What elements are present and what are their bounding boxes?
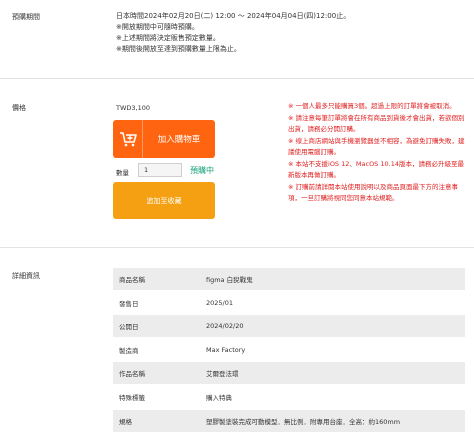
- detail-key: 公開日: [119, 323, 139, 332]
- table-row: 作品名稱 艾爾登法環: [113, 362, 465, 385]
- notice-item: ※ 本站不支援iOS 12、MacOS 10.14版本，請務必升級至最新版本再做…: [288, 160, 464, 179]
- notice-item: ※ 訂購前請詳閱本站使用說明以及商品頁面最下方的注意事項，一旦訂購將視同您同意本…: [288, 183, 459, 202]
- detail-key: 發售日: [119, 299, 139, 308]
- add-to-favorites-button[interactable]: 追加至收藏: [113, 182, 215, 219]
- preorder-note-1: ※開放期間中可隨時預購。: [116, 23, 199, 31]
- table-row: 商品名稱 figma 白猊戰鬼: [113, 268, 465, 290]
- notice-item: ※ 缐上商店網站與手機瀏覽器並不相容，為避免訂購失敗，建議使用電腦訂購。: [288, 137, 465, 156]
- detail-key: 作品名稱: [119, 370, 145, 379]
- table-row: 特殊標籤 購入特典: [113, 386, 465, 408]
- quantity-input[interactable]: 1: [138, 163, 182, 177]
- detail-key: 製造商: [119, 346, 139, 355]
- table-row: 規格 塑膠製塗裝完成可動模型．無比例．附專用台座．全高：約160mm: [113, 409, 465, 432]
- preorder-period-label: 預購期間: [12, 13, 40, 21]
- table-row: 製造商 Max Factory: [113, 339, 465, 361]
- detail-value: 購入特典: [206, 393, 232, 402]
- add-to-cart-label: 加入購物車: [157, 135, 201, 145]
- detail-value: 2024/02/20: [206, 322, 244, 331]
- add-to-cart-button[interactable]: 加入購物車: [113, 120, 215, 158]
- detail-value: Max Factory: [206, 345, 246, 354]
- quantity-label: 數量: [116, 169, 129, 177]
- table-row: 公開日 2024/02/20: [113, 315, 465, 338]
- preorder-period-info: 日本時間2024年02月20日(二) 12:00 ～ 2024年04月04日(四…: [116, 11, 350, 55]
- preorder-status-badge: 預購中: [190, 166, 214, 175]
- detail-key: 商品名稱: [119, 276, 145, 284]
- section-divider: [0, 247, 474, 248]
- notice-item: ※ 請注意每筆訂單將會在所有商品到貨後才會出貨，若欲個別出貨，請務必分開訂購。: [288, 114, 465, 133]
- details-label: 詳細資訊: [12, 272, 40, 280]
- notice-item: ※ 一個人最多只能購買3個。超過上限的訂單將會被取消。: [288, 102, 456, 110]
- preorder-note-2: ※上述期間將決定販售預定數量。: [116, 34, 220, 42]
- section-divider: [0, 78, 474, 79]
- cart-plus-icon: [113, 120, 143, 158]
- preorder-period-dates: 日本時間2024年02月20日(二) 12:00 ～ 2024年04月04日(四…: [116, 12, 351, 20]
- price-label: 價格: [12, 104, 26, 112]
- detail-value: 2025/01: [206, 298, 234, 307]
- price-value: TWD3,100: [116, 104, 151, 112]
- details-table: 商品名稱 figma 白猊戰鬼 發售日 2025/01 公開日 2024/02/…: [113, 268, 465, 433]
- detail-key: 特殊標籤: [119, 393, 145, 402]
- preorder-note-3: ※期間後開放至達到預購數量上限為止。: [116, 45, 241, 53]
- detail-value: figma 白猊戰鬼: [206, 276, 253, 284]
- detail-value: 艾爾登法環: [206, 370, 239, 379]
- detail-key: 規格: [119, 417, 132, 426]
- detail-value: 塑膠製塗裝完成可動模型．無比例．附專用台座．全高：約160mm: [206, 417, 401, 426]
- purchase-notices: ※ 一個人最多只能購買3個。超過上限的訂單將會被取消。 ※ 請注意每筆訂單將會在…: [288, 101, 466, 205]
- table-row: 發售日 2025/01: [113, 292, 465, 314]
